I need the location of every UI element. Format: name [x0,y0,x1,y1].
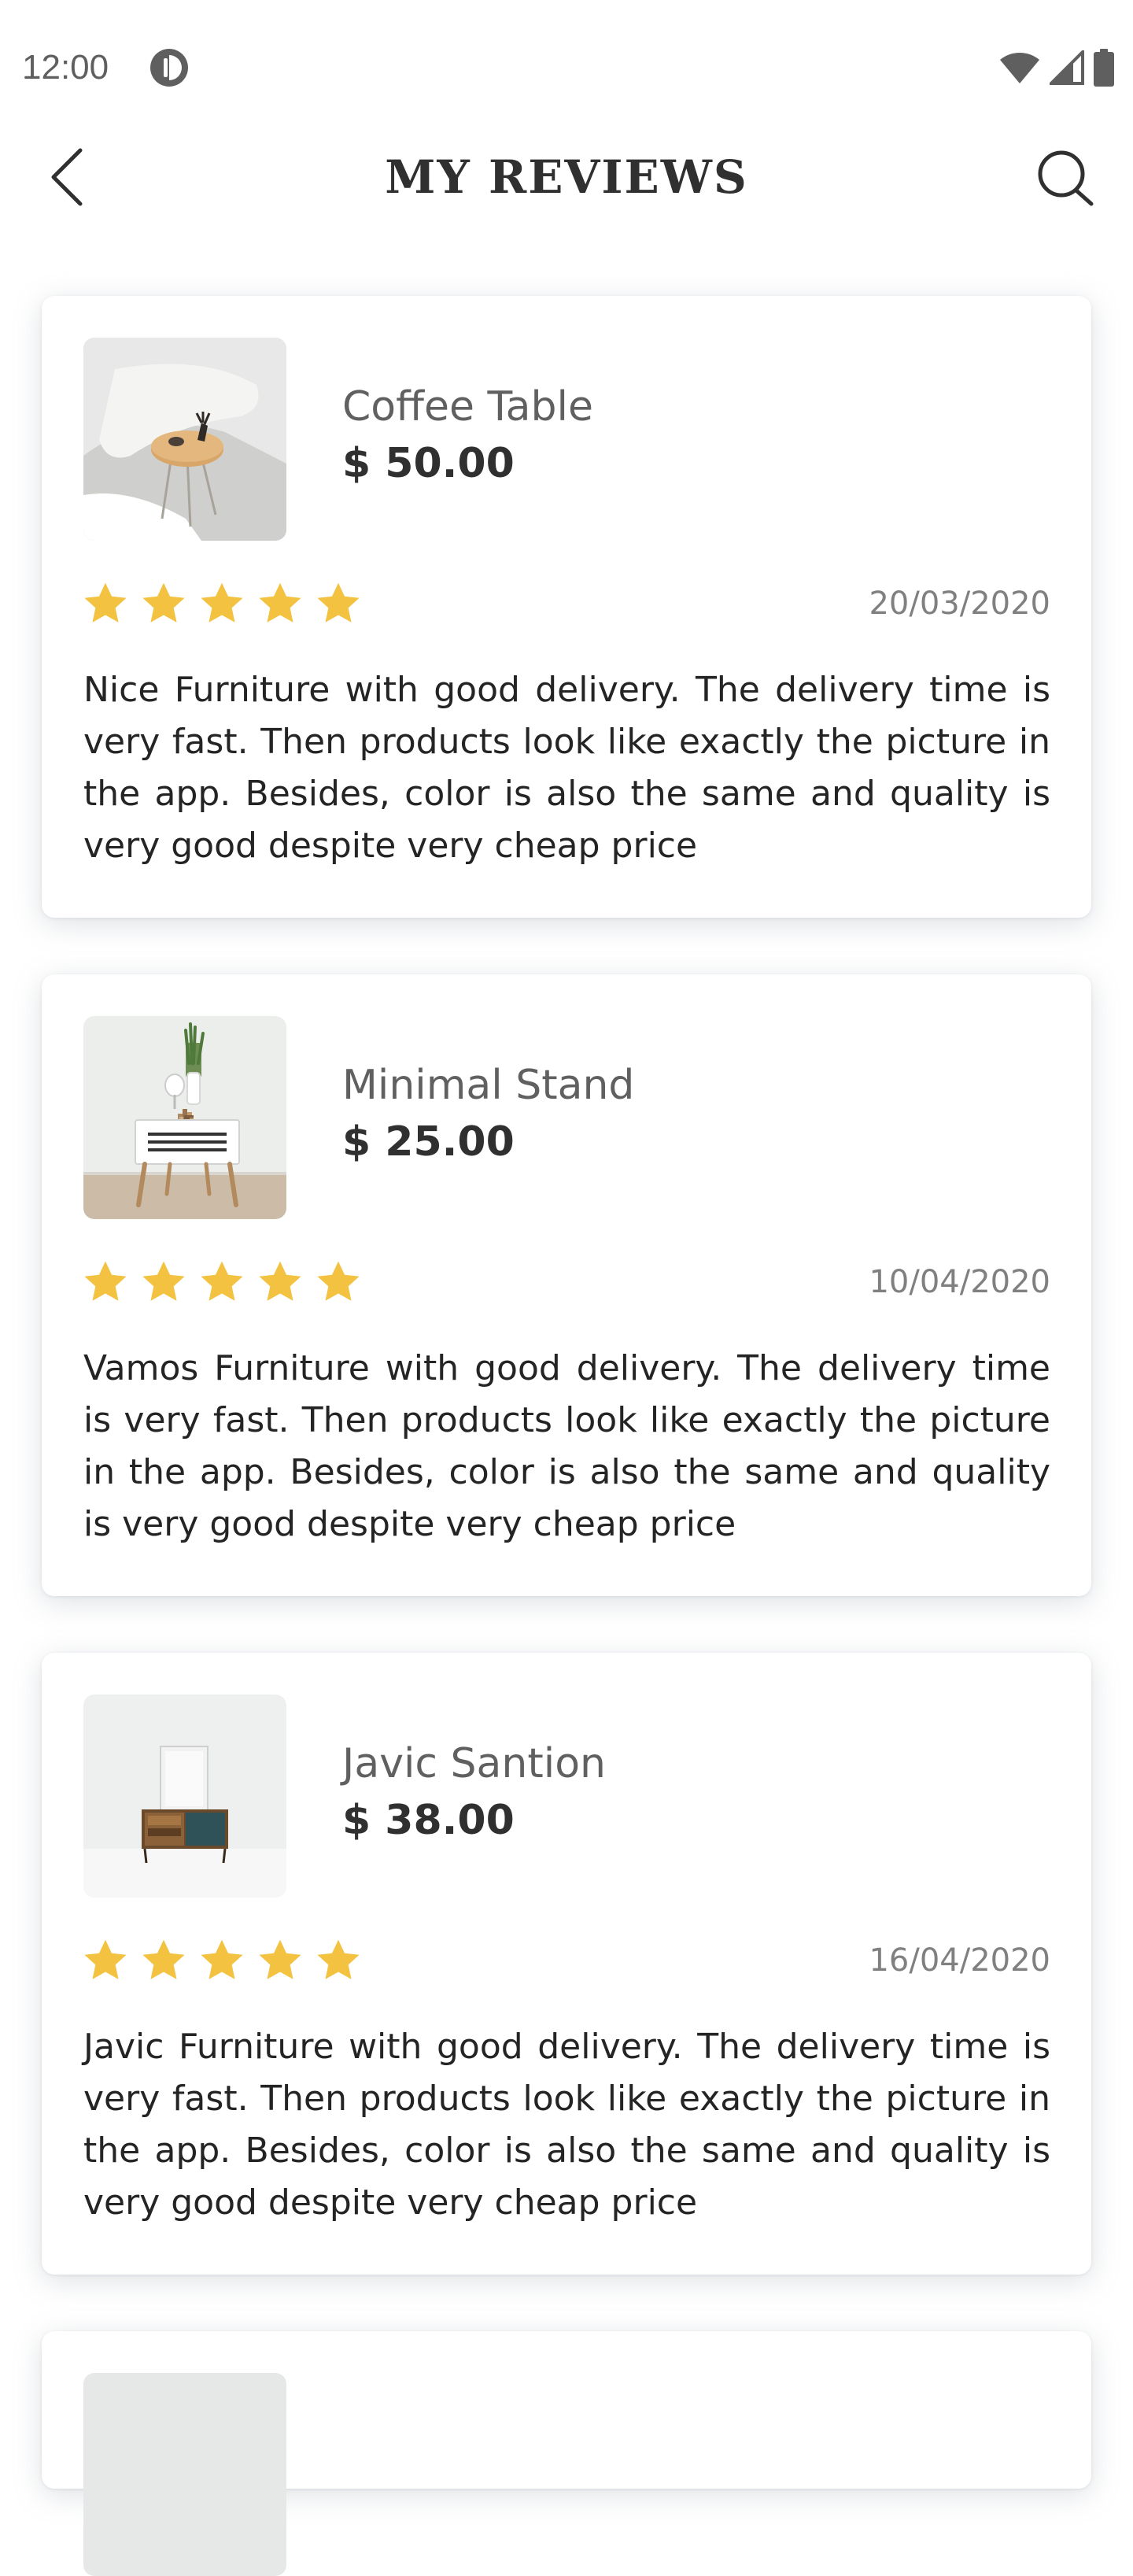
product-image-javic-santion[interactable] [83,1695,286,1898]
review-date: 10/04/2020 [869,1264,1050,1300]
rating-stars [81,579,363,628]
product-name: Minimal Stand [342,1062,635,1109]
product-name: Javic Santion [342,1740,606,1787]
star-icon [142,1939,185,1979]
star-icon [259,1939,301,1979]
product-price: $ 25.00 [342,1118,515,1166]
product-price: $ 50.00 [342,440,515,487]
star-icon [259,582,301,623]
product-name: Coffee Table [342,383,593,431]
star-icon [201,1939,243,1979]
star-icon [317,1939,360,1979]
star-icon [201,1261,243,1301]
star-icon [84,582,127,623]
review-list: Coffee Table $ 50.00 20/03/2020 Nice Fur… [0,0,1133,2576]
product-image-minimal-stand[interactable] [83,1016,286,1219]
star-icon [259,1261,301,1301]
review-card[interactable]: Javic Santion $ 38.00 16/04/2020 Javic F… [42,1653,1091,2275]
rating-stars [81,1258,363,1306]
review-date: 20/03/2020 [869,586,1050,622]
review-text: Vamos Furniture with good delivery. The … [83,1348,1050,1544]
review-text: Javic Furniture with good delivery. The … [83,2027,1050,2223]
rating-stars [81,1936,363,1985]
product-image-coffee-table[interactable] [83,338,286,541]
review-text: Nice Furniture with good delivery. The d… [83,670,1050,866]
product-image[interactable] [83,2373,286,2576]
product-price: $ 38.00 [342,1797,515,1844]
star-icon [84,1261,127,1301]
star-icon [317,582,360,623]
star-icon [84,1939,127,1979]
star-icon [201,582,243,623]
star-icon [142,582,185,623]
review-card[interactable]: Minimal Stand $ 25.00 10/04/2020 Vamos F… [42,974,1091,1596]
star-icon [142,1261,185,1301]
review-card[interactable] [42,2331,1091,2576]
review-card[interactable]: Coffee Table $ 50.00 20/03/2020 Nice Fur… [42,296,1091,918]
star-icon [317,1261,360,1301]
review-date: 16/04/2020 [869,1942,1050,1979]
